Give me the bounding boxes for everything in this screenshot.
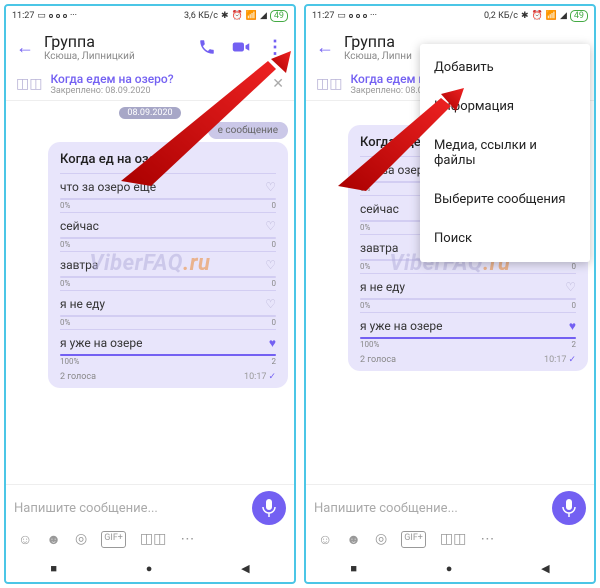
menu-item-select[interactable]: Выберите сообщения	[420, 180, 590, 219]
message-time: 10:17	[244, 372, 266, 382]
poll-total-votes: 2 голоса	[360, 355, 396, 365]
delivered-icon: ✓	[268, 372, 276, 382]
poll-option[interactable]: что за озеро еще♡ 0%0	[60, 173, 276, 212]
appbar: ← Группа Ксюша, Липницкий ⋮	[6, 26, 294, 68]
status-net-speed: 3,6 КБ/с	[184, 11, 218, 21]
system-message: е сообщение	[208, 122, 288, 139]
poll-option[interactable]: я не еду♡ 0%0	[60, 290, 276, 329]
chat-title[interactable]: Группа	[44, 32, 188, 51]
heart-icon[interactable]: ♡	[565, 280, 576, 294]
status-time: 11:27	[12, 11, 34, 21]
poll-total-votes: 2 голоса	[60, 372, 96, 382]
composer: Напишите сообщение... ☺ ☻ ◎ GIF+ ◫◫ ⋯	[6, 484, 294, 554]
poll-option[interactable]: я не еду♡ 0%0	[360, 273, 576, 312]
poll-message[interactable]: Когда ед на озеро? что за озеро еще♡ 0%0…	[48, 142, 288, 388]
emoji-button[interactable]: ☻	[346, 531, 361, 548]
nav-home-button[interactable]: ●	[146, 562, 153, 575]
camera-button[interactable]: ◎	[375, 531, 387, 548]
pinned-title: Когда едем на озеро?	[50, 72, 264, 86]
poll-button[interactable]: ◫◫	[140, 531, 166, 548]
poll-option[interactable]: я уже на озере♥ 100%2	[60, 329, 276, 368]
message-input[interactable]: Напишите сообщение...	[314, 501, 544, 516]
more-options-button[interactable]: ⋯	[480, 531, 494, 548]
gif-button[interactable]: GIF+	[101, 531, 126, 548]
poll-option[interactable]: завтра♡ 0%0	[60, 251, 276, 290]
message-input[interactable]: Напишите сообщение...	[14, 501, 244, 516]
sticker-button[interactable]: ☺	[18, 531, 32, 548]
phone-left: 11:27 ▭ ··· 3,6 КБ/с ✱ ⏰ 📶 ◢ 49 ← Группа…	[4, 4, 296, 584]
heart-icon[interactable]: ♡	[265, 258, 276, 272]
pinned-close-button[interactable]: ✕	[272, 76, 284, 92]
status-dot-icon	[56, 14, 60, 18]
status-dot-icon	[63, 14, 67, 18]
poll-icon: ◫◫	[316, 76, 342, 92]
android-navbar: ■ ● ◀	[306, 554, 594, 582]
pinned-bar[interactable]: ◫◫ Когда едем на озеро? Закреплено: 08.0…	[6, 68, 294, 101]
camera-button[interactable]: ◎	[75, 531, 87, 548]
menu-item-search[interactable]: Поиск	[420, 219, 590, 258]
bluetooth-icon: ✱	[521, 11, 529, 21]
status-chat-icon: ▭	[37, 11, 46, 21]
more-options-button[interactable]: ⋯	[180, 531, 194, 548]
voice-message-button[interactable]	[252, 491, 286, 525]
poll-button[interactable]: ◫◫	[440, 531, 466, 548]
heart-icon[interactable]: ♡	[265, 180, 276, 194]
menu-item-media[interactable]: Медиа, ссылки и файлы	[420, 126, 590, 180]
back-button[interactable]: ←	[16, 37, 34, 58]
menu-item-info[interactable]: Информация	[420, 87, 590, 126]
phone-right: 11:27 ▭ ··· 0,2 КБ/с ✱ ⏰ 📶 ◢ 49 ← Группа…	[304, 4, 596, 584]
wifi-icon: 📶	[246, 11, 257, 21]
bluetooth-icon: ✱	[221, 11, 229, 21]
overflow-menu: Добавить Информация Медиа, ссылки и файл…	[420, 44, 590, 262]
signal-icon: ◢	[260, 11, 267, 21]
heart-icon[interactable]: ♥	[569, 319, 576, 333]
alarm-icon: ⏰	[532, 11, 543, 21]
status-dot-icon	[49, 14, 53, 18]
nav-back-button[interactable]: ◀	[541, 562, 549, 575]
android-navbar: ■ ● ◀	[6, 554, 294, 582]
status-chat-icon: ▭	[337, 11, 346, 21]
statusbar: 11:27 ▭ ··· 0,2 КБ/с ✱ ⏰ 📶 ◢ 49	[306, 6, 594, 26]
date-separator: 08.09.2020	[119, 107, 180, 119]
sticker-button[interactable]: ☺	[318, 531, 332, 548]
alarm-icon: ⏰	[232, 11, 243, 21]
wifi-icon: 📶	[546, 11, 557, 21]
signal-icon: ◢	[560, 11, 567, 21]
gif-button[interactable]: GIF+	[401, 531, 426, 548]
message-time: 10:17	[544, 355, 566, 365]
chat-subtitle: Ксюша, Липницкий	[44, 51, 188, 62]
status-net-speed: 0,2 КБ/с	[484, 11, 518, 21]
video-call-button[interactable]	[232, 38, 250, 56]
more-menu-button[interactable]: ⋮	[266, 38, 284, 56]
voice-message-button[interactable]	[552, 491, 586, 525]
nav-recent-button[interactable]: ■	[350, 562, 357, 575]
statusbar: 11:27 ▭ ··· 3,6 КБ/с ✱ ⏰ 📶 ◢ 49	[6, 6, 294, 26]
status-time: 11:27	[312, 11, 334, 21]
heart-icon[interactable]: ♡	[265, 297, 276, 311]
poll-option[interactable]: сейчас♡ 0%0	[60, 212, 276, 251]
back-button[interactable]: ←	[316, 37, 334, 58]
heart-icon[interactable]: ♡	[265, 219, 276, 233]
poll-icon: ◫◫	[16, 76, 42, 92]
delivered-icon: ✓	[568, 355, 576, 365]
battery-icon: 49	[270, 10, 288, 22]
heart-icon[interactable]: ♥	[269, 336, 276, 350]
battery-icon: 49	[570, 10, 588, 22]
chat-area: 08.09.2020 е сообщение Когда ед на озеро…	[6, 101, 294, 484]
pinned-subtitle: Закреплено: 08.09.2020	[50, 86, 264, 96]
voice-call-button[interactable]	[198, 38, 216, 56]
poll-question: Когда ед на озеро?	[60, 152, 276, 167]
nav-back-button[interactable]: ◀	[241, 562, 249, 575]
nav-home-button[interactable]: ●	[446, 562, 453, 575]
nav-recent-button[interactable]: ■	[50, 562, 57, 575]
emoji-button[interactable]: ☻	[46, 531, 61, 548]
poll-option[interactable]: я уже на озере♥ 100%2	[360, 312, 576, 351]
menu-item-add[interactable]: Добавить	[420, 48, 590, 87]
composer: Напишите сообщение... ☺ ☻ ◎ GIF+ ◫◫ ⋯	[306, 484, 594, 554]
